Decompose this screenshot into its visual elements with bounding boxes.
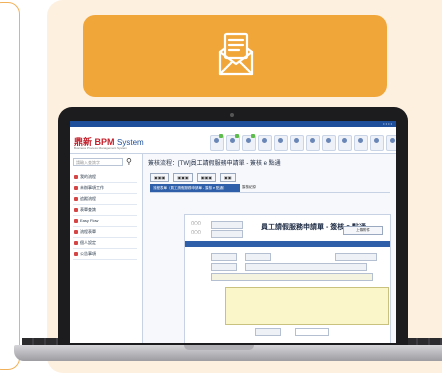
sidebar-item[interactable]: 個人設定 — [73, 238, 137, 249]
toolbar-button[interactable] — [242, 134, 256, 151]
sidebar-item[interactable]: 流程表單 — [73, 227, 137, 238]
search-input[interactable]: 請輸入查詢字 — [73, 158, 123, 166]
toolbar-button[interactable] — [386, 135, 396, 151]
sidebar-item[interactable]: 公告事項 — [73, 249, 137, 260]
toolbar-button[interactable] — [226, 134, 240, 151]
toolbar-button[interactable] — [306, 135, 320, 151]
hero-banner — [83, 15, 387, 97]
form-field[interactable] — [211, 221, 243, 229]
brand-tagline: Business Process Management System — [74, 146, 128, 150]
form-field[interactable] — [255, 328, 281, 336]
sidebar-nav: 我的流程 未辦事項工作 追蹤流程 表單查詢 Easy Flow 流程表單 個人設… — [73, 172, 137, 260]
page-title: 簽核流程：[TW]員工請假服務申請單 - 簽核 e 點通 — [148, 161, 281, 167]
toolbar-button[interactable] — [338, 135, 352, 151]
tab-form[interactable]: 流程表單（員工請假服務申請單 - 簽核 e 點通） — [150, 184, 240, 192]
left-card-edge — [0, 2, 20, 370]
laptop-base — [14, 345, 442, 361]
form-field[interactable] — [335, 253, 377, 261]
form-field[interactable] — [295, 328, 329, 336]
sidebar-item[interactable]: 表單查詢 — [73, 205, 137, 216]
sidebar-item[interactable]: Easy Flow — [73, 216, 137, 227]
section-header — [185, 241, 390, 247]
remarks-textarea[interactable] — [225, 287, 389, 325]
form-panel: ▢▢▢ ▢▢▢ 員工請假服務申請單 - 簽核 e 點通 上傳附件 — [184, 214, 391, 343]
form-field[interactable] — [245, 253, 271, 261]
tab-bar: 流程表單（員工請假服務申請單 - 簽核 e 點通） 簽核紀錄 — [150, 184, 390, 193]
tab-history[interactable]: 簽核紀錄 — [242, 185, 256, 190]
app-main: 簽核流程：[TW]員工請假服務申請單 - 簽核 e 點通 ▣▣▣ ▣▣▣ ▣▣▣… — [144, 154, 396, 343]
app-toolbar — [210, 134, 396, 151]
form-field[interactable] — [245, 263, 367, 271]
envelope-document-icon — [218, 32, 254, 76]
toolbar-button[interactable] — [274, 135, 288, 151]
toolbar-button[interactable] — [322, 135, 336, 151]
form-field[interactable] — [211, 253, 237, 261]
sidebar-item[interactable]: 追蹤流程 — [73, 194, 137, 205]
sidebar-item[interactable]: 我的流程 — [73, 172, 137, 183]
search-icon[interactable]: ⚲ — [126, 157, 132, 166]
laptop-screen: • • • • 鼎新 BPM System Business Process M… — [58, 107, 408, 347]
toolbar-button[interactable] — [354, 135, 368, 151]
app-header: 鼎新 BPM System Business Process Managemen… — [70, 127, 396, 154]
camera-dot — [230, 113, 234, 117]
form-field[interactable] — [211, 263, 237, 271]
upload-attachment-button[interactable]: 上傳附件 — [343, 226, 383, 235]
laptop-notch — [184, 345, 254, 350]
form-label: ▢▢▢ — [191, 221, 201, 225]
action-button[interactable]: ▣▣▣ — [196, 173, 217, 182]
form-field[interactable] — [211, 273, 373, 281]
action-button[interactable]: ▣▣▣ — [150, 173, 170, 182]
sidebar-item[interactable]: 未辦事項工作 — [73, 183, 137, 194]
action-button[interactable]: ▣▣ — [220, 173, 236, 182]
toolbar-button[interactable] — [258, 135, 272, 151]
toolbar-button[interactable] — [290, 135, 304, 151]
app-sidebar: 請輸入查詢字 ⚲ 我的流程 未辦事項工作 追蹤流程 表單查詢 Easy Flow… — [70, 154, 143, 343]
action-buttons: ▣▣▣ ▣▣▣ ▣▣▣ ▣▣ — [150, 173, 236, 182]
form-field[interactable] — [211, 230, 243, 238]
form-label: ▢▢▢ — [191, 230, 201, 234]
toolbar-button[interactable] — [210, 134, 224, 151]
action-button[interactable]: ▣▣▣ — [173, 173, 193, 182]
toolbar-button[interactable] — [370, 135, 384, 151]
app-screenshot: • • • • 鼎新 BPM System Business Process M… — [70, 121, 396, 343]
